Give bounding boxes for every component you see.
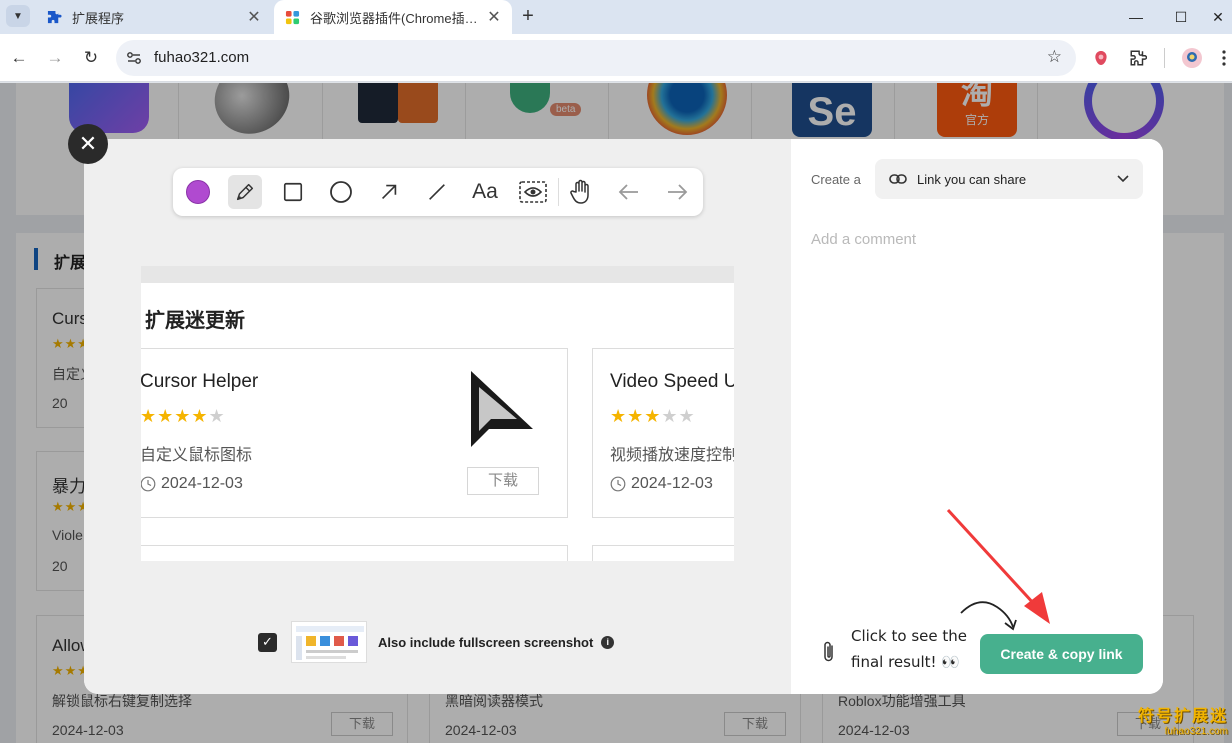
toolbar-divider — [1164, 48, 1165, 68]
toolbar-divider — [558, 178, 559, 206]
color-swatch-icon — [186, 180, 210, 204]
hint-line: final result! 👀 — [851, 653, 960, 671]
comment-input[interactable]: Add a comment — [811, 231, 916, 248]
forward-icon[interactable]: → — [41, 44, 69, 72]
preview-card-title: Video Speed U — [610, 371, 734, 392]
back-icon[interactable]: ← — [5, 44, 33, 72]
site-settings-icon[interactable] — [126, 50, 142, 66]
paperclip-icon[interactable] — [821, 640, 837, 664]
editor-pane: Aa 扩展迷更新 Cursor Helper ★★★★★ 自定义鼠标图标 202… — [84, 139, 791, 694]
redo-button[interactable] — [660, 175, 694, 209]
eye-blur-icon — [519, 181, 547, 203]
extension-icon-red[interactable] — [1089, 46, 1113, 70]
preview-card-partial — [592, 545, 734, 561]
color-picker-button[interactable] — [181, 175, 215, 209]
rating-stars: ★★★★★ — [610, 406, 696, 426]
drawing-toolbar: Aa — [173, 168, 703, 216]
preview-card-date-row: 2024-12-03 — [610, 475, 713, 493]
chevron-down-icon: ▼ — [13, 10, 23, 22]
tab-title: 扩展程序 — [72, 10, 125, 26]
close-icon: ✕ — [78, 131, 98, 156]
pen-icon — [236, 183, 254, 201]
line-tool-button[interactable] — [420, 175, 454, 209]
colorful-squares-icon — [284, 9, 300, 25]
minimize-button[interactable]: — — [1113, 0, 1159, 34]
circle-tool-button[interactable] — [324, 175, 358, 209]
text-tool-button[interactable]: Aa — [468, 175, 502, 209]
arrow-tool-button[interactable] — [372, 175, 406, 209]
undo-icon — [618, 184, 638, 200]
hint-text: Click to see the final result! 👀 — [851, 623, 967, 675]
tab-search-button[interactable]: ▼ — [6, 5, 30, 27]
preview-heading: 扩展迷更新 — [145, 310, 245, 332]
fullscreen-checkbox[interactable]: ✓ — [258, 632, 277, 652]
rating-stars: ★★★★★ — [141, 406, 226, 426]
blur-tool-button[interactable] — [516, 175, 550, 209]
extensions-puzzle-icon[interactable] — [1126, 46, 1150, 70]
preview-card-desc: 自定义鼠标图标 — [141, 447, 253, 464]
watermark-url: fuhao321.com — [1164, 726, 1228, 737]
maximize-button[interactable]: ☐ — [1158, 0, 1204, 34]
clock-icon — [610, 476, 626, 492]
redo-icon — [668, 184, 688, 200]
preview-card-desc: 视频播放速度控制 — [610, 447, 734, 464]
close-modal-button[interactable]: ✕ — [68, 124, 108, 164]
fullscreen-thumbnail[interactable] — [291, 621, 367, 663]
browser-toolbar: ← → ↻ fuhao321.com ☆ — [0, 34, 1232, 82]
hint-line: Click to see the — [851, 627, 967, 645]
screenshot-preview[interactable]: 扩展迷更新 Cursor Helper ★★★★★ 自定义鼠标图标 2024-1… — [141, 266, 734, 561]
preview-card-partial — [141, 545, 568, 561]
preview-card: Video Speed U ★★★★★ 视频播放速度控制 2024-12-03 — [592, 348, 734, 518]
curved-arrow-icon — [960, 601, 1017, 631]
tab-chrome-plugins[interactable]: 谷歌浏览器插件(Chrome插件)- ✕ — [274, 0, 512, 34]
circle-icon — [330, 181, 352, 203]
link-icon — [889, 174, 907, 184]
create-label: Create a — [811, 172, 861, 187]
close-icon[interactable]: ✕ — [246, 7, 262, 27]
rectangle-tool-button[interactable] — [276, 175, 310, 209]
preview-card-date: 2024-12-03 — [161, 475, 243, 492]
arrow-icon — [381, 184, 397, 200]
new-tab-button[interactable]: + — [516, 4, 540, 28]
undo-button[interactable] — [612, 175, 646, 209]
close-icon[interactable]: ✕ — [486, 7, 502, 27]
line-icon — [429, 184, 445, 200]
window-close-button[interactable]: ✕ — [1204, 0, 1232, 34]
address-bar[interactable]: fuhao321.com ☆ — [116, 40, 1076, 76]
share-pane: Create a Link you can share Add a commen… — [791, 139, 1163, 694]
info-icon[interactable]: i — [601, 635, 615, 649]
puzzle-icon — [46, 9, 62, 25]
preview-download-button: 下载 — [467, 467, 539, 495]
preview-card-date: 2024-12-03 — [631, 475, 713, 492]
watermark-text: 符号扩展迷 — [1137, 708, 1228, 725]
text-icon: Aa — [472, 180, 498, 203]
preview-card-title: Cursor Helper — [141, 371, 259, 392]
preview-top-strip — [141, 266, 734, 283]
site-watermark: 符号扩展迷 fuhao321.com — [1138, 702, 1228, 737]
cursor-arrow-icon — [471, 371, 533, 447]
share-type-select[interactable]: Link you can share — [875, 159, 1143, 199]
profile-avatar[interactable] — [1180, 46, 1204, 70]
bookmark-star-icon[interactable]: ☆ — [1047, 47, 1062, 67]
screenshot-share-dialog: Aa 扩展迷更新 Cursor Helper ★★★★★ 自定义鼠标图标 202… — [84, 139, 1163, 694]
fullscreen-option: ✓ Also include fullscreen screenshot i — [258, 621, 615, 663]
create-copy-link-button[interactable]: Create & copy link — [980, 634, 1143, 674]
tab-strip: ▼ 扩展程序 ✕ 谷歌浏览器插件(Chrome插件)- ✕ + — ☐ ✕ — [0, 0, 1232, 34]
menu-kebab-icon[interactable] — [1216, 46, 1232, 70]
tab-extensions[interactable]: 扩展程序 ✕ — [36, 0, 272, 34]
url-text: fuhao321.com — [154, 49, 250, 66]
chevron-down-icon — [1117, 175, 1129, 183]
hand-tool-button[interactable] — [564, 175, 598, 209]
clock-icon — [141, 476, 156, 492]
reload-icon[interactable]: ↻ — [77, 44, 105, 72]
pen-tool-button[interactable] — [228, 175, 262, 209]
hand-icon — [570, 179, 589, 204]
rectangle-icon — [283, 182, 303, 202]
preview-card-date-row: 2024-12-03 — [141, 475, 243, 493]
fullscreen-label: Also include fullscreen screenshot — [378, 634, 594, 650]
preview-card: Cursor Helper ★★★★★ 自定义鼠标图标 2024-12-03 下… — [141, 348, 568, 518]
tab-title: 谷歌浏览器插件(Chrome插件)- — [310, 10, 486, 26]
share-type-value: Link you can share — [917, 171, 1027, 187]
checkmark-icon: ✓ — [262, 634, 273, 649]
